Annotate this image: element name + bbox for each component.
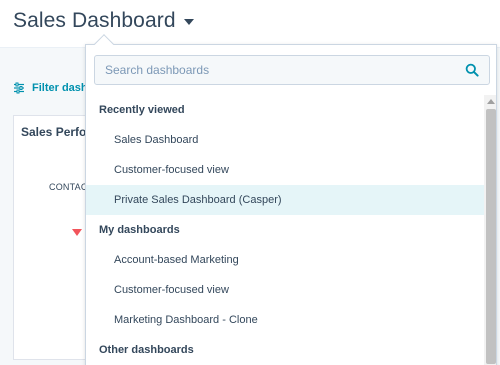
dropdown-scrollbar[interactable] bbox=[484, 95, 496, 365]
filter-dashboard-control[interactable]: Filter dash bbox=[13, 82, 88, 94]
group-header-recently-viewed: Recently viewed bbox=[99, 104, 185, 116]
search-input[interactable] bbox=[95, 56, 465, 84]
dashboard-selector[interactable]: Sales Dashboard bbox=[13, 8, 194, 34]
filter-dashboard-link[interactable]: Filter dash bbox=[32, 82, 88, 94]
dashboard-dropdown: Recently viewed Sales Dashboard Customer… bbox=[85, 44, 497, 365]
page-title[interactable]: Sales Dashboard bbox=[13, 9, 176, 33]
report-title: Sales Perfor bbox=[21, 125, 92, 139]
decrease-marker-icon bbox=[72, 229, 82, 236]
search-icon[interactable] bbox=[465, 63, 479, 77]
dashboard-item-highlighted[interactable]: Private Sales Dashboard (Casper) bbox=[86, 185, 484, 215]
group-header-other-dashboards: Other dashboards bbox=[99, 344, 194, 356]
scroll-up-arrow-icon[interactable] bbox=[487, 99, 495, 104]
dashboard-item[interactable]: Marketing Dashboard - Clone bbox=[86, 305, 484, 335]
dashboard-item[interactable]: Sales Dashboard bbox=[86, 125, 484, 155]
sliders-icon bbox=[14, 82, 24, 94]
app-frame: Sales Dashboard Filter dash Sales Perfor… bbox=[0, 0, 500, 365]
dashboard-header: Sales Dashboard bbox=[0, 0, 500, 48]
dashboard-item[interactable]: Customer-focused view bbox=[86, 155, 484, 185]
caret-down-icon[interactable] bbox=[183, 19, 194, 25]
search-box[interactable] bbox=[94, 55, 490, 85]
dashboard-list: Recently viewed Sales Dashboard Customer… bbox=[86, 95, 484, 365]
report-axis-label: CONTAC bbox=[49, 182, 88, 192]
dashboard-item[interactable]: Customer-focused view bbox=[86, 275, 484, 305]
group-header-my-dashboards: My dashboards bbox=[99, 224, 180, 236]
scrollbar-thumb[interactable] bbox=[486, 109, 496, 364]
dashboard-item[interactable]: Account-based Marketing bbox=[86, 245, 484, 275]
